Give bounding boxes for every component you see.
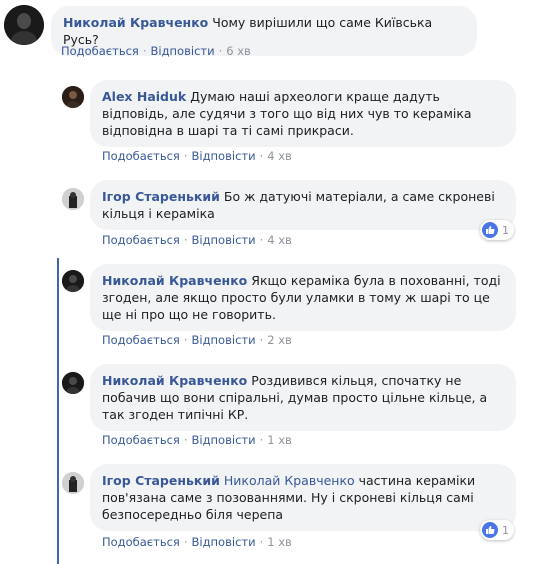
like-link[interactable]: Подобається: [102, 433, 180, 447]
reply-link[interactable]: Відповісти: [192, 149, 256, 163]
avatar[interactable]: [62, 472, 84, 494]
timestamp[interactable]: 6 хв: [226, 44, 251, 58]
like-reaction-icon: [482, 522, 498, 538]
comment-author[interactable]: Николай Кравченко: [102, 373, 247, 388]
comment-actions: Подобається · Відповісти · 1 хв: [102, 535, 292, 549]
like-link[interactable]: Подобається: [102, 233, 180, 247]
profile-photo-icon: [4, 5, 44, 45]
reply-link[interactable]: Відповісти: [192, 535, 256, 549]
comment-author[interactable]: Николай Кравченко: [63, 15, 208, 30]
profile-photo-icon: [62, 86, 84, 108]
avatar[interactable]: [4, 5, 44, 45]
comment-actions: Подобається · Відповісти · 2 хв: [102, 333, 292, 347]
avatar[interactable]: [62, 188, 84, 210]
comment-author[interactable]: Ігор Старенький: [102, 473, 220, 488]
timestamp[interactable]: 4 хв: [267, 149, 292, 163]
profile-photo-icon: [62, 472, 84, 494]
reply-link[interactable]: Відповісти: [151, 44, 215, 58]
comment-bubble: Николай Кравченко Роздивився кільця, споч…: [90, 364, 516, 431]
comment-bubble: Ігор Старенький Николай Кравченко частина…: [90, 464, 516, 531]
profile-photo-icon: [62, 372, 84, 394]
reply-link[interactable]: Відповісти: [192, 233, 256, 247]
timestamp[interactable]: 1 хв: [267, 433, 292, 447]
reply-thread-line: [57, 258, 59, 564]
comment-actions: Подобається · Відповісти · 4 хв: [102, 149, 292, 163]
timestamp[interactable]: 2 хв: [267, 333, 292, 347]
reaction-count[interactable]: 1: [480, 220, 514, 240]
comment-bubble: Ігор Старенький Бо ж датуючі матеріали, а…: [90, 180, 516, 230]
comment-author[interactable]: Ігор Старенький: [102, 189, 220, 204]
timestamp[interactable]: 4 хв: [267, 233, 292, 247]
reaction-number: 1: [502, 523, 509, 537]
comment-actions: Подобається · Відповісти · 1 хв: [102, 433, 292, 447]
profile-photo-icon: [62, 188, 84, 210]
comment-thread: Николай Кравченко Чому вирішили що саме К…: [0, 0, 541, 564]
reply-link[interactable]: Відповісти: [192, 333, 256, 347]
avatar[interactable]: [62, 86, 84, 108]
comment-actions: Подобається · Відповісти · 4 хв: [102, 233, 292, 247]
comment-bubble: Николай Кравченко Якщо кераміка була в по…: [90, 264, 516, 331]
reaction-number: 1: [502, 223, 509, 237]
comment-actions: Подобається · Відповісти · 6 хв: [61, 44, 251, 58]
comment-bubble: Alex Haiduk Думаю наші археологи краще да…: [90, 80, 516, 147]
comment-author[interactable]: Николай Кравченко: [102, 273, 247, 288]
like-link[interactable]: Подобається: [102, 149, 180, 163]
avatar[interactable]: [62, 270, 84, 292]
reply-link[interactable]: Відповісти: [192, 433, 256, 447]
like-reaction-icon: [482, 222, 498, 238]
like-link[interactable]: Подобається: [102, 535, 180, 549]
avatar[interactable]: [62, 372, 84, 394]
like-link[interactable]: Подобається: [102, 333, 180, 347]
profile-photo-icon: [62, 270, 84, 292]
timestamp[interactable]: 1 хв: [267, 535, 292, 549]
reaction-count[interactable]: 1: [480, 520, 514, 540]
comment-author[interactable]: Alex Haiduk: [102, 89, 186, 104]
like-link[interactable]: Подобається: [61, 44, 139, 58]
mention-link[interactable]: Николай Кравченко: [224, 473, 355, 488]
